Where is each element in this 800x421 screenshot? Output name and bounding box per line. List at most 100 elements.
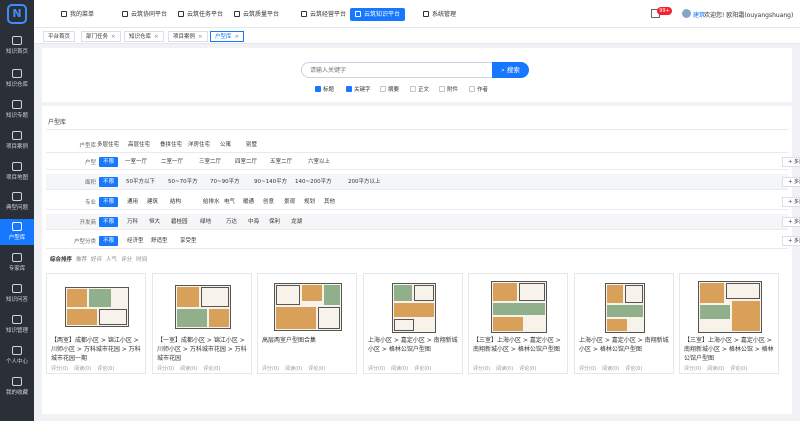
filter-option[interactable]: 万达 — [224, 217, 239, 227]
top-tab[interactable]: 云筑任务平台 — [173, 8, 228, 21]
multi-select-button[interactable]: + 多选 — [782, 236, 800, 246]
filter-option[interactable]: 建筑 — [145, 197, 160, 207]
breadcrumb-tab[interactable]: 户型库 × — [210, 31, 245, 42]
filter-option[interactable]: 五室二厅 — [268, 157, 294, 167]
card-title[interactable]: 上海小区 > 嘉定小区 > 南翔新城小区 > 格林公馆户型图 — [368, 336, 460, 354]
search-option-checkbox[interactable]: 摘要 — [380, 85, 399, 93]
filter-option[interactable]: 暖通 — [241, 197, 256, 207]
multi-select-button[interactable]: + 多选 — [782, 157, 800, 167]
sidebar-item[interactable]: 个人中心 — [0, 343, 34, 369]
filter-option[interactable]: 50~70平方 — [166, 177, 200, 187]
sidebar-item[interactable]: 项目案例 — [0, 128, 34, 154]
sort-option[interactable]: 时间 — [136, 257, 147, 263]
filter-option[interactable]: 结构 — [168, 197, 183, 207]
card-title[interactable]: 【三室】上海小区 > 嘉定小区 > 南翔新城小区 > 格林公馆户型图 — [473, 336, 565, 354]
search-option-checkbox[interactable]: 作者 — [469, 85, 488, 93]
close-icon[interactable]: × — [198, 34, 203, 40]
filter-option[interactable]: 70~90平方 — [208, 177, 242, 187]
avatar[interactable] — [682, 9, 691, 18]
card-title[interactable]: 高层两室户型图合集 — [262, 336, 354, 345]
checkbox-icon[interactable] — [380, 86, 386, 92]
checkbox-icon[interactable] — [439, 86, 445, 92]
search-input[interactable] — [301, 62, 492, 78]
top-tab[interactable]: 我的菜单 — [56, 8, 99, 21]
filter-option[interactable]: 四室二厅 — [233, 157, 259, 167]
filter-option[interactable]: 不限 — [99, 177, 119, 187]
sidebar-item[interactable]: 知识管理 — [0, 312, 34, 338]
top-tab[interactable]: 云筑协同平台 — [117, 8, 172, 21]
sort-option[interactable]: 评分 — [121, 257, 132, 263]
breadcrumb-tab[interactable]: 知识仓库 × — [124, 31, 164, 42]
multi-select-button[interactable]: + 多选 — [782, 197, 800, 207]
checkbox-icon[interactable] — [315, 86, 321, 92]
filter-option[interactable]: 200平方以上 — [346, 177, 383, 187]
breadcrumb-tab[interactable]: 项目案例 × — [168, 31, 208, 42]
sort-option[interactable]: 好评 — [91, 257, 102, 263]
filter-option[interactable]: 龙湖 — [289, 217, 304, 227]
filter-option[interactable]: 恒大 — [147, 217, 162, 227]
card-title[interactable]: 【三室】上海小区 > 嘉定小区 > 南翔新城小区 > 格林公馆 > 格林公馆户型… — [684, 336, 776, 363]
close-icon[interactable]: × — [235, 34, 240, 40]
filter-option[interactable]: 公寓 — [218, 140, 233, 150]
checkbox-icon[interactable] — [346, 86, 352, 92]
floorplan-image[interactable] — [266, 279, 350, 334]
search-option-checkbox[interactable]: 正文 — [410, 85, 429, 93]
sidebar-item[interactable]: 典型问题 — [0, 189, 34, 215]
sidebar-item[interactable]: 专家库 — [0, 250, 34, 276]
search-option-checkbox[interactable]: 关键字 — [346, 85, 371, 93]
close-icon[interactable]: × — [111, 34, 116, 40]
checkbox-icon[interactable] — [469, 86, 475, 92]
checkbox-icon[interactable] — [410, 86, 416, 92]
filter-option[interactable]: 创意 — [261, 197, 276, 207]
filter-option[interactable]: 多层住宅 — [95, 140, 121, 150]
floorplan-card[interactable]: 高层两室户型图合集 评分(0) 阅读(0) 评论(0) — [257, 273, 357, 374]
close-icon[interactable]: × — [154, 34, 159, 40]
floorplan-image[interactable] — [477, 279, 561, 334]
filter-option[interactable]: 二室一厅 — [159, 157, 185, 167]
filter-option[interactable]: 电气 — [222, 197, 237, 207]
notification-badge[interactable]: 99+ — [657, 7, 672, 15]
search-option-checkbox[interactable]: 标题 — [315, 85, 334, 93]
card-title[interactable]: 上海小区 > 嘉定小区 > 南翔新城小区 > 格林公馆户型图 — [579, 336, 671, 354]
floorplan-image[interactable] — [688, 279, 772, 334]
filter-option[interactable]: 碧桂园 — [169, 217, 190, 227]
sidebar-item[interactable]: 我的收藏 — [0, 374, 34, 400]
sort-option[interactable]: 人气 — [106, 257, 117, 263]
sort-option[interactable]: 推荐 — [76, 257, 87, 263]
filter-option[interactable]: 别墅 — [244, 140, 259, 150]
floorplan-card[interactable]: 上海小区 > 嘉定小区 > 南翔新城小区 > 格林公馆户型图 评分(0) 阅读(0)… — [363, 273, 463, 374]
breadcrumb-tab[interactable]: 部门任务 × — [81, 31, 121, 42]
filter-option[interactable]: 中海 — [246, 217, 261, 227]
filter-option[interactable]: 50平方以下 — [124, 177, 157, 187]
filter-option[interactable]: 不限 — [99, 236, 119, 246]
filter-option[interactable]: 保利 — [267, 217, 282, 227]
floorplan-image[interactable] — [372, 279, 456, 334]
top-tab[interactable]: 系统管理 — [418, 8, 461, 21]
top-tab[interactable]: 云筑知识平台 — [350, 8, 406, 21]
filter-option[interactable]: 景观 — [282, 197, 297, 207]
floorplan-card[interactable]: 上海小区 > 嘉定小区 > 南翔新城小区 > 格林公馆户型图 评分(0) 阅读(0)… — [574, 273, 674, 374]
filter-option[interactable]: 一室一厅 — [123, 157, 149, 167]
app-logo[interactable]: N — [7, 4, 27, 24]
filter-option[interactable]: 舒适型 — [149, 236, 170, 246]
floorplan-card[interactable]: 【三室】上海小区 > 嘉定小区 > 南翔新城小区 > 格林公馆户型图 评分(0) 阅… — [468, 273, 568, 374]
sidebar-item[interactable]: 项目地图 — [0, 159, 34, 185]
filter-option[interactable]: 六室以上 — [306, 157, 332, 167]
sidebar-item[interactable]: 知识专题 — [0, 97, 34, 123]
floorplan-card[interactable]: 【两室】成都小区 > 锦江小区 > 川师小区 > 万科城市花园 > 万科城市花园… — [46, 273, 146, 374]
sidebar-item[interactable]: 知识首页 — [0, 33, 34, 59]
breadcrumb-tab[interactable]: 平台首页 — [43, 31, 76, 42]
filter-option[interactable]: 其他 — [322, 197, 337, 207]
filter-option[interactable]: 万科 — [125, 217, 140, 227]
card-title[interactable]: 【一室】成都小区 > 锦江小区 > 川师小区 > 万科城市花园 > 万科城市花园 — [157, 336, 249, 363]
floorplan-card[interactable]: 【一室】成都小区 > 锦江小区 > 川师小区 > 万科城市花园 > 万科城市花园… — [152, 273, 252, 374]
floorplan-image[interactable] — [55, 279, 139, 334]
filter-option[interactable]: 90~140平方 — [252, 177, 289, 187]
filter-option[interactable]: 通用 — [125, 197, 140, 207]
filter-option[interactable]: 经济型 — [125, 236, 146, 246]
floorplan-image[interactable] — [583, 279, 667, 334]
sidebar-item[interactable]: 知识仓库 — [0, 66, 34, 92]
filter-option[interactable]: 三室二厅 — [197, 157, 223, 167]
multi-select-button[interactable]: + 多选 — [782, 177, 800, 187]
sidebar-item[interactable]: 知识问答 — [0, 281, 34, 307]
